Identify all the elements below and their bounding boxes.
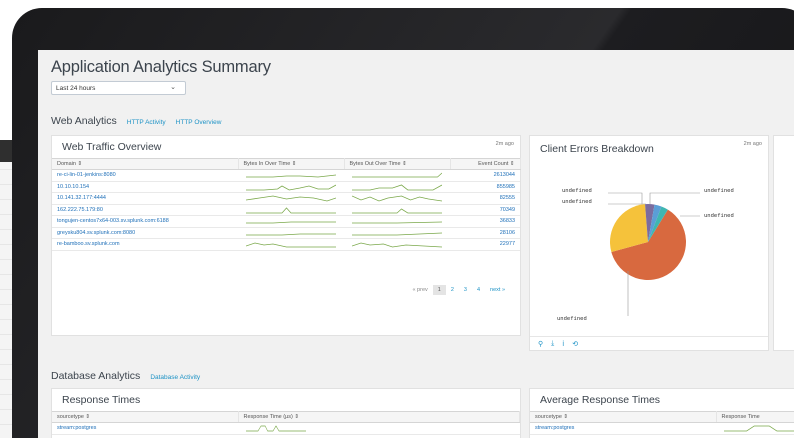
pager-next[interactable]: next » [485, 285, 510, 295]
laptop-bezel: Application Analytics Summary Last 24 ho… [12, 8, 794, 438]
table-row[interactable]: greysku804.sv.splunk.com:8080 28106 [52, 227, 520, 239]
event-count-cell: 82555 [450, 192, 520, 205]
panel-footer: ⚲ ⤓ ⅰ ⟲ [530, 336, 768, 350]
http-activity-link[interactable]: HTTP Activity [127, 119, 166, 126]
table-header-row: Domain ⇕ Bytes In Over Time ⇕ Bytes Out … [52, 158, 521, 170]
pie-leader-line [627, 271, 629, 316]
page-title: Application Analytics Summary [51, 58, 271, 76]
table-header-row: sourcetype ⇕ Response Time [530, 411, 794, 423]
event-count-cell: 36833 [450, 215, 520, 228]
event-count-cell: 2613044 [450, 169, 520, 182]
pagination: « prev 1 2 3 4 next » [407, 285, 510, 295]
column-header-bytes-in[interactable]: Bytes In Over Time ⇕ [238, 158, 345, 170]
section-title: Web Analytics [51, 115, 117, 127]
panel-title: Average Response Times [540, 394, 661, 406]
bytes-in-sparkline [238, 227, 344, 239]
bytes-out-sparkline [344, 238, 450, 251]
bytes-out-sparkline [344, 169, 450, 182]
bytes-in-sparkline [238, 169, 344, 182]
event-count-cell: 70349 [450, 204, 520, 216]
pie-label: undefined [562, 199, 592, 205]
pager-page-3[interactable]: 3 [459, 285, 472, 295]
pager-prev[interactable]: « prev [407, 285, 432, 295]
pie-leader-line [649, 192, 700, 204]
pie-leader-line [608, 192, 643, 204]
table-row[interactable]: tongujen-centos7x64-003.sv.splunk.com:61… [52, 215, 520, 228]
search-icon[interactable]: ⚲ [538, 340, 543, 348]
web-analytics-header: Web Analytics HTTP Activity HTTP Overvie… [51, 115, 221, 127]
response-times-panel: Response Times sourcetype ⇕ Response Tim… [51, 388, 521, 438]
panel-age: 2m ago [495, 141, 514, 147]
bytes-out-sparkline [344, 215, 450, 228]
pie-label: undefined [562, 188, 592, 194]
table-row[interactable]: 10.10.10.154 855985 [52, 181, 520, 193]
domain-cell[interactable]: greysku804.sv.splunk.com:8080 [52, 227, 238, 239]
sourcetype-cell[interactable]: stream:postgres [52, 422, 238, 435]
http-overview-link[interactable]: HTTP Overview [176, 119, 222, 126]
domain-cell[interactable]: tongujen-centos7x64-003.sv.splunk.com:61… [52, 215, 238, 228]
database-activity-link[interactable]: Database Activity [150, 374, 200, 381]
event-count-cell: 28106 [450, 227, 520, 239]
export-icon[interactable]: ⤓ [551, 340, 554, 348]
column-header-domain[interactable]: Domain ⇕ [52, 158, 239, 170]
event-count-cell: 22977 [450, 238, 520, 251]
web-traffic-table: Domain ⇕ Bytes In Over Time ⇕ Bytes Out … [52, 158, 521, 251]
column-header-response-time[interactable]: Response Time [716, 411, 794, 423]
refresh-icon[interactable]: ⟲ [572, 340, 578, 348]
pager-page-4[interactable]: 4 [472, 285, 485, 295]
table-row[interactable]: 162.222.75.179:80 70349 [52, 204, 520, 216]
bytes-in-sparkline [238, 238, 344, 251]
bytes-out-sparkline [344, 227, 450, 239]
chevron-down-icon: ⌄ [170, 84, 176, 91]
pie-label: undefined [704, 213, 734, 219]
bytes-in-sparkline [238, 204, 344, 216]
domain-cell[interactable]: 162.222.75.179:80 [52, 204, 238, 216]
database-analytics-header: Database Analytics Database Activity [51, 370, 200, 382]
pie-label: undefined [557, 316, 587, 322]
table-row[interactable]: 10.141.32.177:4444 82555 [52, 192, 520, 205]
partial-panel [773, 135, 794, 351]
table-row[interactable]: stream:postgres [530, 422, 794, 435]
column-header-bytes-out[interactable]: Bytes Out Over Time ⇕ [344, 158, 451, 170]
web-traffic-panel: Web Traffic Overview 2m ago Domain ⇕ Byt… [51, 135, 521, 336]
domain-cell[interactable]: re-ci-lin-01-jenkins:8080 [52, 169, 238, 182]
panel-title: Response Times [62, 394, 141, 406]
pie-label: undefined [704, 188, 734, 194]
bytes-out-sparkline [344, 204, 450, 216]
bytes-in-sparkline [238, 215, 344, 228]
bytes-in-sparkline [238, 181, 344, 193]
bytes-out-sparkline [344, 192, 450, 205]
column-header-event-count[interactable]: Event Count ⇕ [450, 158, 521, 170]
table-row[interactable]: stream:postgres [52, 422, 520, 435]
info-icon[interactable]: ⅰ [562, 340, 564, 348]
bytes-out-sparkline [344, 181, 450, 193]
event-count-cell: 855985 [450, 181, 520, 193]
table-header-row: sourcetype ⇕ Response Time (µs) ⇕ [52, 411, 520, 423]
time-range-picker[interactable]: Last 24 hours ⌄ [51, 81, 186, 95]
avg-response-times-panel: Average Response Times sourcetype ⇕ Resp… [529, 388, 794, 438]
time-range-value: Last 24 hours [56, 85, 96, 92]
sparkline-cell [238, 422, 520, 435]
column-header-sourcetype[interactable]: sourcetype ⇕ [530, 411, 717, 423]
avg-response-times-table: sourcetype ⇕ Response Time stream:postgr… [530, 411, 794, 435]
table-row[interactable]: re-bamboo.sv.splunk.com 22977 [52, 238, 520, 251]
sourcetype-cell[interactable]: stream:postgres [530, 422, 716, 435]
panel-age: 2m ago [743, 141, 762, 147]
section-title: Database Analytics [51, 370, 141, 382]
column-header-sourcetype[interactable]: sourcetype ⇕ [52, 411, 239, 423]
sparkline-cell [716, 422, 794, 435]
dashboard-screen: Application Analytics Summary Last 24 ho… [38, 50, 794, 438]
pager-page-2[interactable]: 2 [446, 285, 459, 295]
panel-title: Client Errors Breakdown [540, 143, 654, 155]
column-header-response-time[interactable]: Response Time (µs) ⇕ [238, 411, 520, 423]
panel-title: Web Traffic Overview [62, 141, 162, 153]
domain-cell[interactable]: 10.141.32.177:4444 [52, 192, 238, 205]
pager-page-1[interactable]: 1 [432, 285, 446, 295]
domain-cell[interactable]: 10.10.10.154 [52, 181, 238, 193]
response-times-table: sourcetype ⇕ Response Time (µs) ⇕ stream… [52, 411, 520, 435]
client-errors-panel: Client Errors Breakdown 2m ago undefined… [529, 135, 769, 351]
table-row[interactable]: re-ci-lin-01-jenkins:8080 2613044 [52, 169, 520, 182]
bytes-in-sparkline [238, 192, 344, 205]
domain-cell[interactable]: re-bamboo.sv.splunk.com [52, 238, 238, 251]
